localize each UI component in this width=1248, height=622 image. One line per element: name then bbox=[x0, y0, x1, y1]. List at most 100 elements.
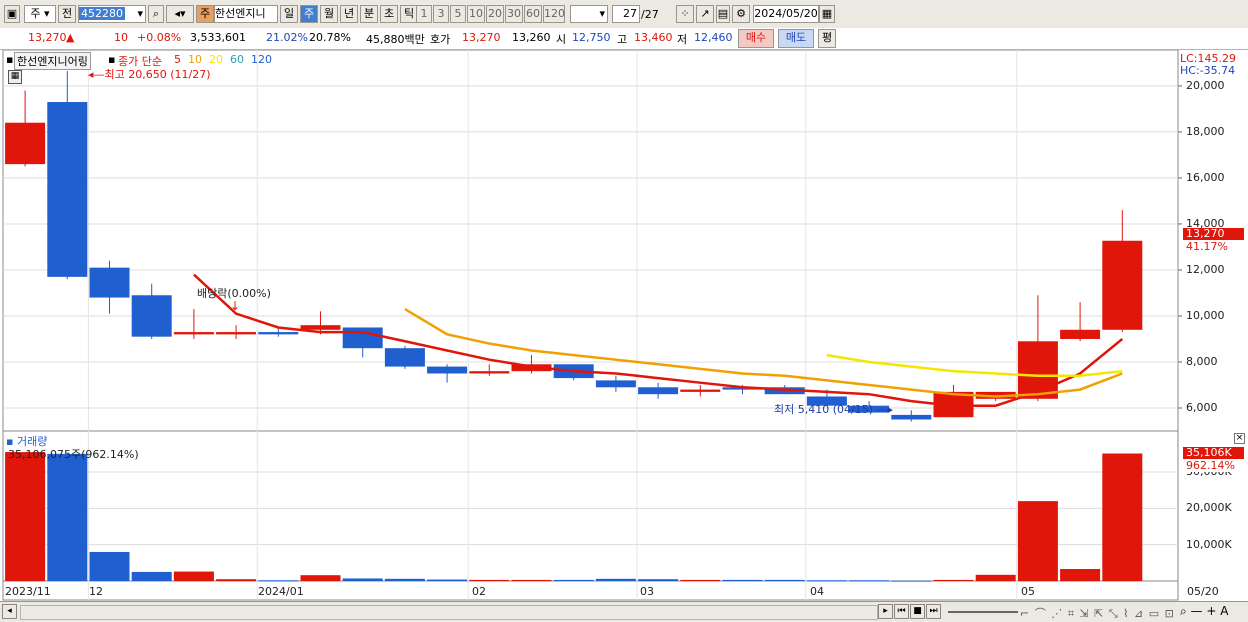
price-tick-label: 18,000 bbox=[1186, 124, 1225, 138]
open-label: 시 bbox=[556, 33, 567, 46]
candle-body bbox=[1017, 341, 1058, 399]
period-button-5[interactable]: 초 bbox=[380, 5, 398, 23]
save-icon[interactable]: ▤ bbox=[716, 5, 730, 23]
volume-bar bbox=[5, 452, 46, 581]
period-button-0[interactable]: 일 bbox=[280, 5, 298, 23]
price-tick-label: 16,000 bbox=[1186, 170, 1225, 184]
buy-button[interactable]: 매수 bbox=[738, 29, 774, 48]
volume-current-tag: 35,106K bbox=[1183, 447, 1244, 459]
interval-button-0[interactable]: 1 bbox=[416, 5, 432, 23]
low-price: 12,460 bbox=[694, 31, 733, 44]
scale-icon[interactable]: ↗ bbox=[696, 5, 714, 23]
search-icon[interactable]: ⌕ bbox=[148, 5, 164, 23]
volume-bar bbox=[1102, 453, 1143, 581]
interval-button-5[interactable]: 30 bbox=[505, 5, 523, 23]
grid-toggle-icon[interactable]: ▦ bbox=[8, 70, 22, 84]
last-page-icon[interactable]: ⏭ bbox=[926, 604, 941, 619]
price-tick-label: 14,000 bbox=[1186, 216, 1225, 230]
market-select[interactable]: 주 ▾ bbox=[24, 5, 56, 23]
bottom-toolbar: ◂ ▸ ⏮ ■ ⏭ ⌐ ⌒ ⋰ ⌗ ⇲ ⇱ ⤡ ⌇ ⊿ ▭ ⊡ ⌕ — + A bbox=[0, 601, 1248, 622]
volume-bar bbox=[258, 580, 299, 582]
interval-button-4[interactable]: 20 bbox=[486, 5, 504, 23]
left-arrow-icon: ◂— bbox=[88, 68, 105, 81]
interval-button-2[interactable]: 5 bbox=[450, 5, 466, 23]
code-dropdown-icon[interactable]: ▾ bbox=[137, 6, 143, 22]
legend-marker-icon: ▪ bbox=[108, 53, 116, 66]
volume-value: 3,533,601 bbox=[190, 31, 246, 44]
ma-legend: 5 10 20 60 120 bbox=[174, 53, 279, 66]
count-input[interactable]: 27 bbox=[612, 5, 640, 23]
stock-name-box: 한선엔지니어링 bbox=[14, 52, 91, 70]
volume-bar bbox=[469, 579, 510, 581]
interval-button-7[interactable]: 120 bbox=[543, 5, 565, 23]
volume-bar bbox=[89, 551, 130, 581]
price-tick-label: 10,000 bbox=[1186, 308, 1225, 322]
window-menu-icon[interactable]: ▣ bbox=[4, 5, 20, 23]
bid-label: 호가 bbox=[430, 33, 451, 46]
all-button[interactable]: 전 bbox=[58, 5, 76, 23]
volume-bar bbox=[1017, 501, 1058, 581]
volume-close-icon[interactable]: × bbox=[1234, 433, 1245, 444]
price-volume-chart[interactable] bbox=[0, 50, 1248, 601]
market-select-value: 주 bbox=[30, 7, 41, 20]
candle-body bbox=[384, 348, 425, 367]
volume-readout: 35,106,075주(962.14%) bbox=[8, 448, 139, 461]
scroll-left-icon[interactable]: ◂ bbox=[2, 604, 17, 619]
hc-readout: HC:-35.74 bbox=[1180, 64, 1236, 77]
price-change: 10 bbox=[114, 31, 128, 44]
link-icon[interactable]: ⁘ bbox=[676, 5, 694, 23]
volume-bar bbox=[511, 579, 552, 581]
candle-body bbox=[680, 389, 721, 392]
stock-name-field[interactable]: 한선엔지니 bbox=[214, 5, 278, 23]
stop-icon[interactable]: ■ bbox=[910, 604, 925, 619]
zoom-icons[interactable]: ⌕ — + A bbox=[1180, 604, 1228, 619]
volume-bar bbox=[427, 579, 468, 581]
candle-body bbox=[891, 414, 932, 420]
interval-button-1[interactable]: 3 bbox=[433, 5, 449, 23]
scroll-right-icon[interactable]: ▸ bbox=[878, 604, 893, 619]
first-page-icon[interactable]: ⏮ bbox=[894, 604, 909, 619]
volume-bar bbox=[342, 578, 383, 581]
candle-body bbox=[427, 366, 468, 374]
interval-button-3[interactable]: 10 bbox=[467, 5, 485, 23]
code-input[interactable]: 452280 ▾ bbox=[78, 5, 146, 23]
drawing-tools-icons[interactable]: ⌐ ⌒ ⋰ ⌗ ⇲ ⇱ ⤡ ⌇ ⊿ ▭ ⊡ bbox=[1020, 605, 1175, 621]
volume-current-pct: 962.14% bbox=[1186, 459, 1235, 472]
calendar-icon[interactable]: ▦ bbox=[819, 5, 835, 23]
volume-pane-frame bbox=[2, 430, 1179, 582]
price-tick-label: 6,000 bbox=[1186, 400, 1218, 414]
time-tick-label: 04 bbox=[810, 585, 824, 598]
gear-icon[interactable]: ⚙ bbox=[732, 5, 750, 23]
high-note-text: 최고 20,650 (11/27) bbox=[104, 68, 211, 81]
up-arrow-icon: ▲ bbox=[66, 31, 75, 44]
volume-bar bbox=[1060, 569, 1101, 581]
period-button-1[interactable]: 주 bbox=[300, 5, 318, 23]
turnover-ratio-2: 20.78% bbox=[309, 31, 351, 44]
pay-badge[interactable]: 주 bbox=[196, 5, 214, 23]
time-tick-label: 12 bbox=[89, 585, 103, 598]
zoom-slider[interactable] bbox=[948, 611, 1018, 613]
chart-area[interactable] bbox=[0, 50, 1248, 601]
time-tick-label: 2024/01 bbox=[258, 585, 304, 598]
volume-bar bbox=[47, 453, 88, 581]
evaluate-button[interactable]: 평 bbox=[818, 29, 836, 48]
period-button-2[interactable]: 월 bbox=[320, 5, 338, 23]
price-tick-label: 20,000 bbox=[1186, 78, 1225, 92]
ma-legend-120: 120 bbox=[251, 53, 272, 66]
candle-body bbox=[638, 387, 679, 395]
ma-legend-5: 5 bbox=[174, 53, 181, 66]
candle-body bbox=[595, 380, 636, 388]
volume-bar bbox=[722, 579, 763, 581]
sell-button[interactable]: 매도 bbox=[778, 29, 814, 48]
horizontal-scrollbar[interactable] bbox=[20, 605, 878, 620]
candle-body bbox=[1102, 240, 1143, 330]
period-button-3[interactable]: 년 bbox=[340, 5, 358, 23]
interval-dropdown[interactable]: ▾ bbox=[570, 5, 608, 23]
pane-close-icon[interactable]: ▪ bbox=[6, 53, 13, 66]
high-annotation: ◂—최고 20,650 (11/27) bbox=[88, 66, 211, 82]
speaker-icon[interactable]: ◂▾ bbox=[166, 5, 194, 23]
interval-button-6[interactable]: 60 bbox=[524, 5, 542, 23]
period-button-4[interactable]: 분 bbox=[360, 5, 378, 23]
volume-bar bbox=[891, 580, 932, 582]
date-input[interactable]: 2024/05/20 bbox=[753, 5, 819, 23]
